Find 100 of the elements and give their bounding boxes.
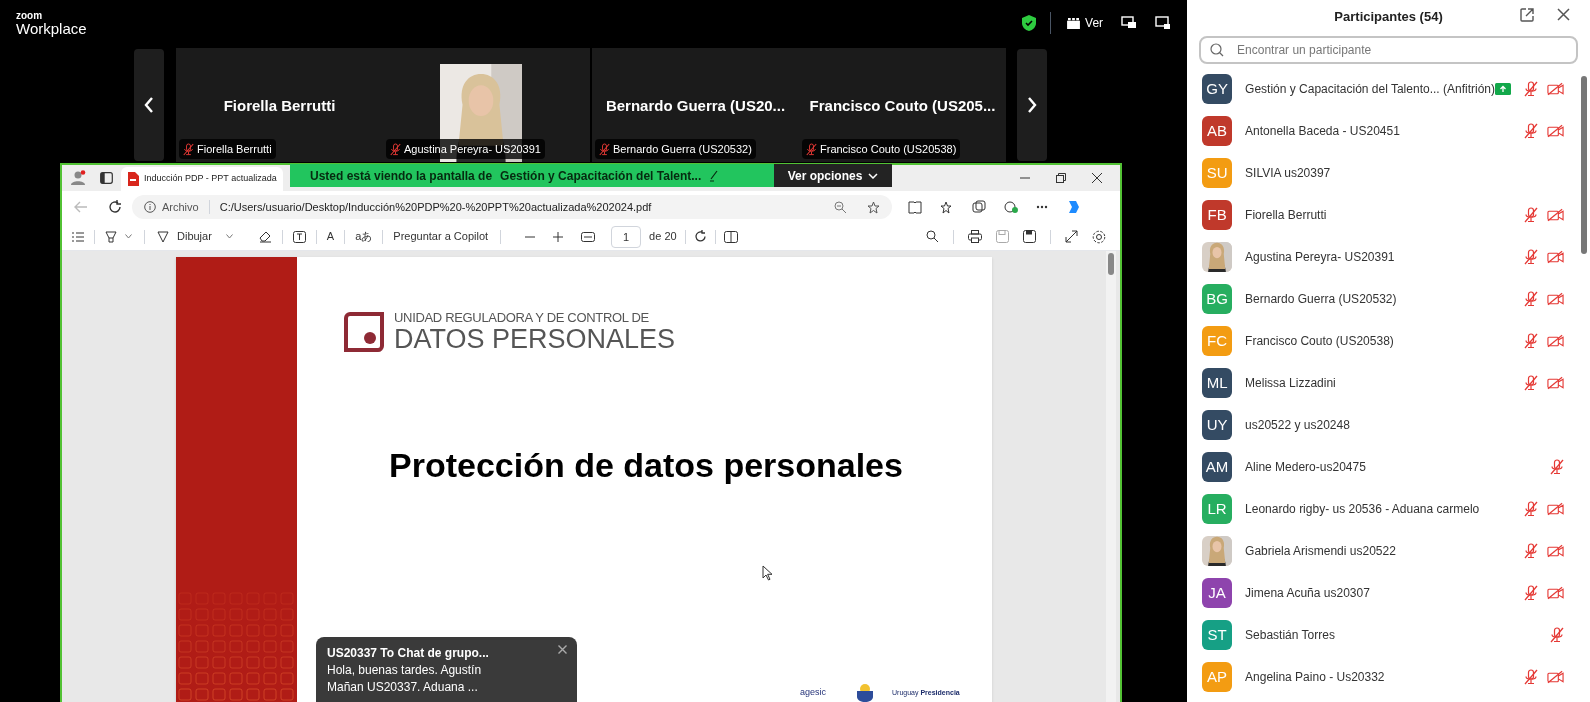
avatar: UY	[1202, 410, 1233, 440]
participant-name: Aline Medero-us20475	[1245, 459, 1366, 476]
participant-row[interactable]: Gabriela Arismendi us20522	[1187, 530, 1590, 572]
participant-row[interactable]: SU SILVIA us20397	[1187, 152, 1590, 194]
scrollbar-thumb[interactable]	[1581, 76, 1587, 254]
save-as-icon[interactable]	[1023, 230, 1036, 243]
zoom-out-icon[interactable]	[834, 200, 847, 214]
star-icon[interactable]	[867, 200, 880, 214]
close-icon[interactable]	[1557, 8, 1570, 21]
avatar: BG	[1202, 284, 1233, 314]
cursor-icon	[762, 565, 773, 581]
search-field[interactable]: Encontrar un participante	[1199, 36, 1578, 64]
participant-name: us20522 y us20248	[1245, 417, 1350, 434]
chevron-right-icon	[1027, 97, 1037, 113]
participant-name: Melissa Lizzadini	[1245, 375, 1336, 392]
caret-icon[interactable]	[125, 234, 132, 239]
contents-icon[interactable]	[72, 231, 84, 242]
participant-name: Francisco Couto (US20538)	[1245, 333, 1394, 350]
participant-name: Leonardo rigby- us 20536 - Aduana carmelo	[1245, 501, 1480, 518]
logo-text: zoom	[16, 10, 44, 21]
name-label: Bernardo Guerra (US20532)	[595, 139, 756, 159]
slide-title: Protección de datos personales	[389, 445, 903, 486]
avatar: SU	[1202, 158, 1233, 188]
reading-view-icon[interactable]	[908, 200, 922, 214]
avatar: JA	[1202, 578, 1233, 608]
participant-name: Bernardo Guerra (US20...	[604, 96, 787, 116]
organization-name: DATOS PERSONALES	[394, 326, 676, 353]
participant-name: Gabriela Arismendi us20522	[1245, 543, 1396, 560]
participant-row[interactable]: Agustina Pereyra- US20391	[1187, 236, 1590, 278]
tabs-icon[interactable]	[100, 172, 113, 184]
highlight-icon[interactable]	[105, 230, 117, 243]
avatar: FC	[1202, 326, 1233, 356]
avatar: ML	[1202, 368, 1233, 398]
participant-row[interactable]: GY Gestión y Capacitación del Talento... (Anfitrión)	[1187, 68, 1590, 110]
search-icon[interactable]	[926, 230, 939, 243]
view-options-button[interactable]: Ver opciones	[774, 164, 892, 187]
participant-row[interactable]: UY us20522 y us20248	[1187, 404, 1590, 446]
pop-out-icon[interactable]	[1520, 8, 1534, 22]
organization-name: UNIDAD REGULADORA Y DE CONTROL DE	[394, 311, 650, 324]
window-icon[interactable]	[1155, 16, 1172, 30]
fit-width-icon[interactable]	[581, 231, 596, 242]
reload-icon[interactable]	[108, 200, 122, 214]
participant-row[interactable]: LR Leonardo rigby- us 20536 - Aduana carmelo	[1187, 488, 1590, 530]
view-button[interactable]: Ver	[1067, 14, 1104, 32]
address-bar[interactable]: Archivo C:/Users/usuario/Desktop/Inducción%20PDP%20-%20PPT%20actualizada%202024.pdf	[132, 195, 892, 219]
pen-tip-icon	[157, 230, 169, 243]
chat-notification[interactable]: US20337 To Chat de grupo... Hola, buenas tardes. Agustín Mañan US20337. Aduana ...	[316, 637, 577, 702]
search-icon	[1210, 43, 1225, 57]
extension-icon[interactable]	[1004, 200, 1018, 214]
url-text: C:/Users/usuario/Desktop/Inducción%20PDP%20-%20PPT%20actualizada%202024.pdf	[219, 199, 652, 215]
name-label: Fiorella Berrutti	[179, 139, 276, 159]
print-icon[interactable]	[968, 230, 982, 243]
logo-text: Workplace	[16, 20, 87, 36]
page-number-field[interactable]: 1	[611, 225, 642, 248]
page-view-icon[interactable]	[723, 230, 738, 243]
favorites-icon[interactable]	[940, 200, 954, 214]
presenter-name: Gestión y Capacitación del Talent...	[500, 167, 702, 185]
close-icon[interactable]	[558, 645, 567, 654]
settings-icon[interactable]	[1092, 229, 1106, 244]
browser-tab[interactable]: Inducción PDP - PPT actualizada	[121, 167, 283, 191]
share-screen-icon[interactable]	[1121, 16, 1138, 30]
fullscreen-icon[interactable]	[1065, 230, 1078, 243]
banner-text: Usted está viendo la pantalla de	[310, 167, 493, 185]
participant-row[interactable]: BG Bernardo Guerra (US20532)	[1187, 278, 1590, 320]
collections-icon[interactable]	[972, 200, 986, 214]
pdf-icon	[127, 172, 139, 186]
restore-icon[interactable]	[1056, 173, 1066, 183]
copilot-button[interactable]: Preguntar a Copilot	[393, 228, 489, 245]
pen-icon	[709, 169, 719, 182]
participant-row[interactable]: AM Aline Medero-us20475	[1187, 446, 1590, 488]
participant-row[interactable]: FC Francisco Couto (US20538)	[1187, 320, 1590, 362]
close-icon[interactable]	[1092, 173, 1102, 183]
participant-row[interactable]: JA Jimena Acuña us20307	[1187, 572, 1590, 614]
avatar: LR	[1202, 494, 1233, 524]
rotate-icon[interactable]	[693, 230, 707, 243]
avatar: AP	[1202, 662, 1233, 692]
participant-row[interactable]: FB Fiorella Berrutti	[1187, 194, 1590, 236]
read-aloud-button[interactable]: A	[326, 228, 335, 245]
more-icon[interactable]	[1036, 205, 1048, 209]
plus-icon[interactable]	[553, 231, 564, 242]
draw-button[interactable]: Dibujar	[157, 228, 233, 245]
participant-row[interactable]: AB Antonella Baceda - US20451	[1187, 110, 1590, 152]
participant-name: Francisco Couto (US205...	[808, 96, 997, 116]
translate-button[interactable]: aあ	[355, 228, 373, 245]
participant-name: Gestión y Capacitación del Talento... (Anfitrión)	[1245, 81, 1495, 98]
profile-icon[interactable]	[70, 170, 86, 186]
coat-of-arms-icon	[854, 683, 876, 702]
chat-message: Mañan US20337. Aduana ...	[327, 679, 479, 696]
eraser-icon[interactable]	[258, 230, 272, 243]
chevron-down-icon	[868, 172, 879, 179]
chat-message: Hola, buenas tardes. Agustín	[327, 662, 483, 679]
chat-sender: US20337 To Chat de grupo...	[327, 645, 490, 662]
participant-name: Jimena Acuña us20307	[1245, 585, 1370, 602]
participant-row[interactable]: ST Sebastián Torres	[1187, 614, 1590, 656]
participant-row[interactable]: AP Angelina Paino - Us20332	[1187, 656, 1590, 698]
text-box-icon[interactable]	[292, 230, 306, 243]
scrollbar-thumb[interactable]	[1108, 253, 1114, 275]
participant-name: Angelina Paino - Us20332	[1245, 669, 1385, 686]
participant-row[interactable]: ML Melissa Lizzadini	[1187, 362, 1590, 404]
copilot-icon[interactable]	[1066, 199, 1082, 215]
